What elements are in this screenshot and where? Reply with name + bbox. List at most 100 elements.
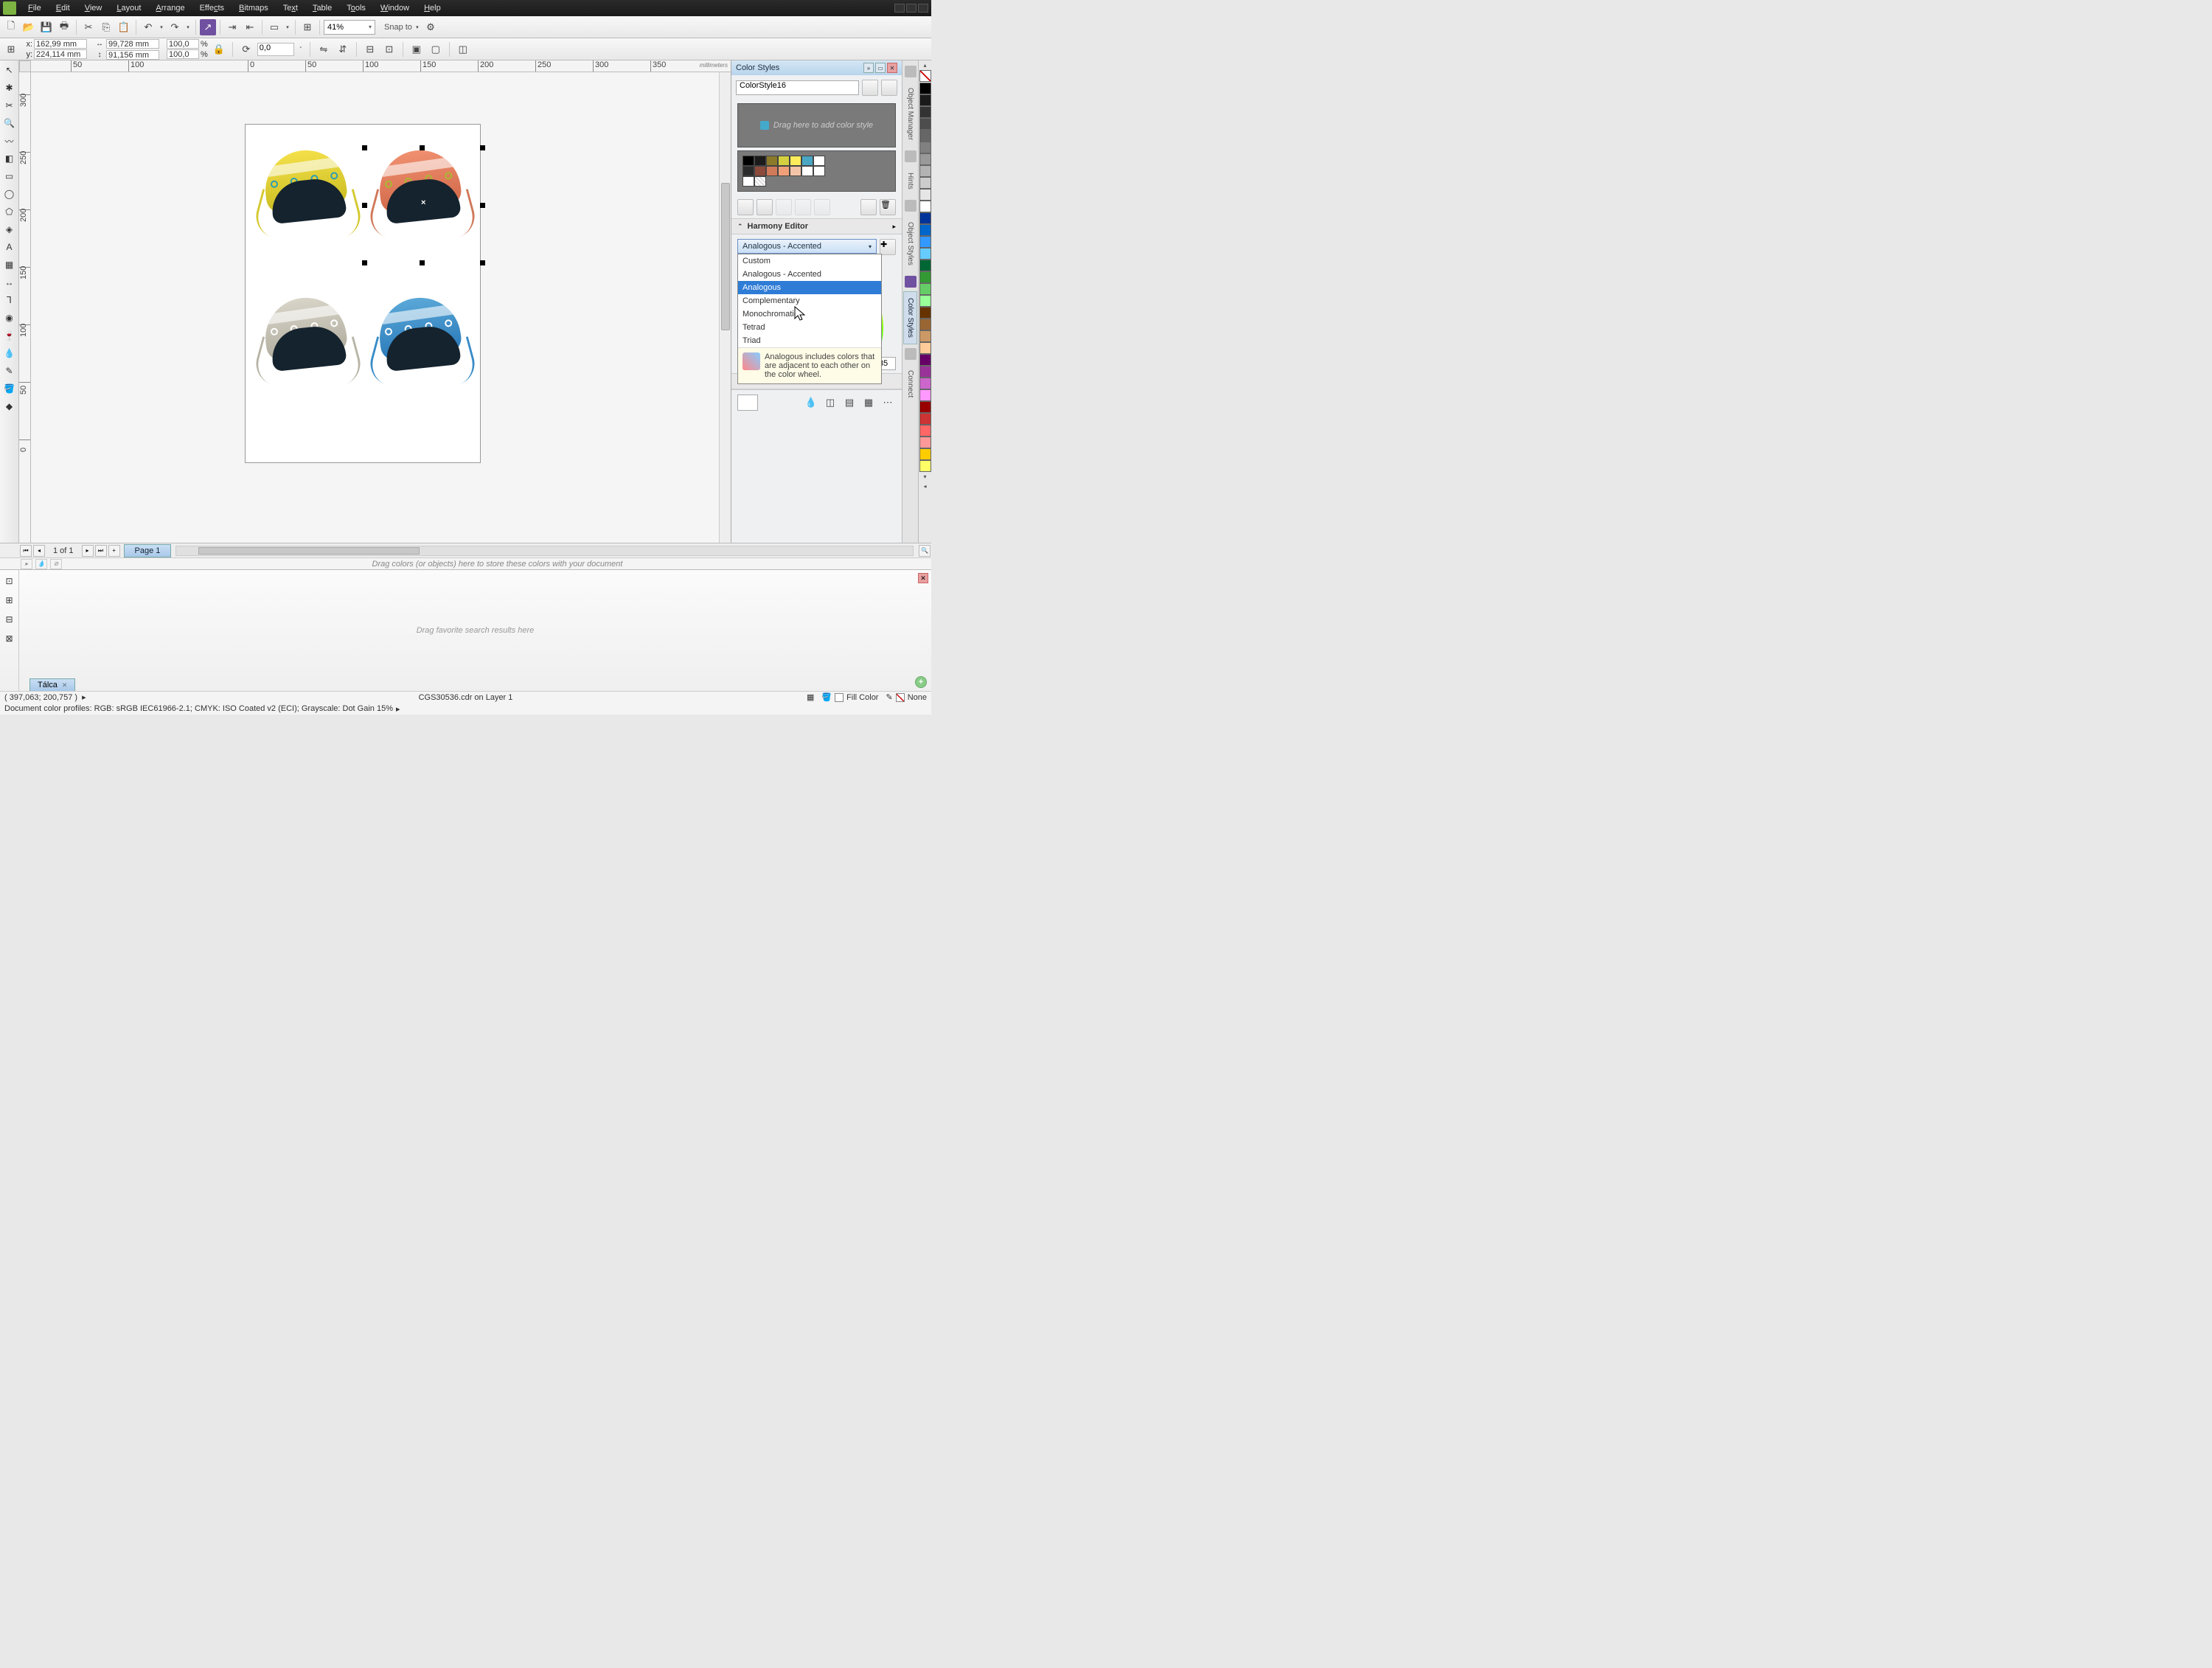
- menu-tools[interactable]: Tools: [339, 1, 373, 15]
- canvas-viewport[interactable]: ×: [31, 72, 719, 543]
- freehand-tool[interactable]: 〰: [1, 133, 18, 149]
- interactive-fill-tool[interactable]: ◆: [1, 398, 18, 414]
- mirror-v-button[interactable]: ⇵: [335, 41, 351, 58]
- swatch[interactable]: [790, 166, 801, 176]
- swatch[interactable]: [813, 166, 825, 176]
- status-flyout-icon[interactable]: ▸: [82, 692, 86, 702]
- tab-icon-color-styles[interactable]: [905, 276, 917, 288]
- fill-swatch[interactable]: [835, 693, 844, 702]
- palette-swatch[interactable]: [919, 118, 931, 130]
- search-content-button[interactable]: ↗: [200, 19, 216, 35]
- palette-swatch[interactable]: [919, 177, 931, 189]
- swatch[interactable]: [766, 156, 778, 166]
- tray-tool-2[interactable]: ⊞: [1, 592, 18, 608]
- select-unused-button[interactable]: [860, 199, 877, 215]
- palette-swatch[interactable]: [919, 378, 931, 389]
- dd-complementary[interactable]: Complementary: [738, 294, 881, 307]
- vertical-scrollbar[interactable]: [719, 72, 731, 543]
- profile-flyout-icon[interactable]: ▸: [396, 704, 400, 714]
- tab-color-styles[interactable]: Color Styles: [903, 291, 917, 344]
- color-sliders-button[interactable]: ▤: [841, 395, 858, 411]
- tab-icon-connect[interactable]: [905, 348, 917, 360]
- color-style-name-input[interactable]: ColorStyle16: [736, 80, 859, 95]
- y-position-input[interactable]: 224,114 mm: [34, 49, 87, 59]
- harmony-collapse-icon[interactable]: ⌃: [737, 223, 743, 231]
- swatch[interactable]: [754, 156, 766, 166]
- palette-swatch[interactable]: [919, 106, 931, 118]
- undo-button[interactable]: ↶: [140, 19, 156, 35]
- paste-button[interactable]: 📋: [116, 19, 132, 35]
- menu-table[interactable]: Table: [305, 1, 339, 15]
- palette-swatch[interactable]: [919, 330, 931, 342]
- to-back-button[interactable]: ▢: [428, 41, 444, 58]
- dimension-tool[interactable]: ↔: [1, 274, 18, 291]
- palette-swatch[interactable]: [919, 307, 931, 319]
- text-tool[interactable]: A: [1, 239, 18, 255]
- new-color-style-button[interactable]: [862, 80, 878, 96]
- palette-swatch[interactable]: [919, 283, 931, 295]
- palette-swatch[interactable]: [919, 94, 931, 106]
- dd-analogous-accented[interactable]: Analogous - Accented: [738, 268, 881, 281]
- mirror-h-button[interactable]: ⇋: [316, 41, 332, 58]
- eyedropper-tool[interactable]: 💧: [1, 345, 18, 361]
- harmony-options-button[interactable]: ✚: [880, 239, 896, 255]
- doc-palette-eyedropper[interactable]: 💧: [35, 559, 47, 569]
- doc-palette-menu[interactable]: ▸: [21, 559, 32, 569]
- artwork-hat-2-selected[interactable]: [367, 147, 478, 243]
- transparency-tool[interactable]: 🍷: [1, 327, 18, 344]
- artwork-hat-3[interactable]: [253, 294, 364, 390]
- color-options-button[interactable]: ⋯: [880, 395, 896, 411]
- outline-tool[interactable]: ✎: [1, 363, 18, 379]
- print-button[interactable]: 🖶: [56, 19, 72, 35]
- zoom-tool[interactable]: 🔍: [1, 115, 18, 131]
- polygon-tool[interactable]: ⬠: [1, 204, 18, 220]
- x-position-input[interactable]: 162,99 mm: [34, 39, 87, 49]
- palette-swatch[interactable]: [919, 153, 931, 165]
- menu-view[interactable]: View: [77, 1, 110, 15]
- palette-swatch[interactable]: [919, 448, 931, 460]
- pick-tool[interactable]: ↖: [1, 62, 18, 78]
- delete-button[interactable]: 🗑: [880, 199, 896, 215]
- new-harmony-from-button[interactable]: [757, 199, 773, 215]
- harmony-type-combo[interactable]: Analogous - Accented: [737, 239, 877, 254]
- new-doc-button[interactable]: 🗋: [3, 19, 19, 35]
- swatch[interactable]: [766, 166, 778, 176]
- menu-bitmaps[interactable]: Bitmaps: [232, 1, 276, 15]
- palette-swatch[interactable]: [919, 165, 931, 177]
- palette-swatch[interactable]: [919, 224, 931, 236]
- window-close[interactable]: [918, 4, 928, 13]
- page-first-button[interactable]: ⏮: [20, 545, 32, 557]
- current-color-swatch[interactable]: [737, 395, 758, 411]
- swatch[interactable]: [778, 166, 790, 176]
- snap-dropdown[interactable]: ▾: [414, 19, 421, 35]
- document-palette[interactable]: ▸ 💧 ⊘ Drag colors (or objects) here to s…: [0, 557, 931, 569]
- tray-tab-close[interactable]: ✕: [62, 681, 68, 689]
- palette-swatch[interactable]: [919, 189, 931, 201]
- import-button[interactable]: ⇥: [224, 19, 240, 35]
- palette-swatch[interactable]: [919, 342, 931, 354]
- palette-swatch[interactable]: [919, 83, 931, 94]
- blend-tool[interactable]: ◉: [1, 310, 18, 326]
- crop-tool[interactable]: ✂: [1, 97, 18, 114]
- tab-connect[interactable]: Connect: [903, 364, 917, 404]
- swatch[interactable]: [742, 156, 754, 166]
- window-minimize[interactable]: [894, 4, 905, 13]
- palette-swatch[interactable]: [919, 354, 931, 366]
- fill-color-icon[interactable]: 🪣: [821, 692, 832, 702]
- rotation-input[interactable]: 0,0: [257, 43, 294, 56]
- artwork-hat-1[interactable]: [253, 147, 364, 243]
- table-tool[interactable]: ▦: [1, 257, 18, 273]
- publish-dropdown[interactable]: ▾: [284, 19, 291, 35]
- swatch-add[interactable]: [754, 176, 766, 187]
- palette-swatch[interactable]: [919, 389, 931, 401]
- tab-icon-hints[interactable]: [905, 150, 917, 162]
- docker-flyout-icon[interactable]: [905, 66, 917, 77]
- export-button[interactable]: ⇤: [242, 19, 258, 35]
- swatch[interactable]: [801, 156, 813, 166]
- open-button[interactable]: 📂: [21, 19, 37, 35]
- redo-dropdown[interactable]: ▾: [184, 19, 192, 35]
- new-harmony-button[interactable]: [881, 80, 897, 96]
- swatch[interactable]: [742, 166, 754, 176]
- fill-tool[interactable]: 🪣: [1, 380, 18, 397]
- convert-curves-button[interactable]: ◫: [455, 41, 471, 58]
